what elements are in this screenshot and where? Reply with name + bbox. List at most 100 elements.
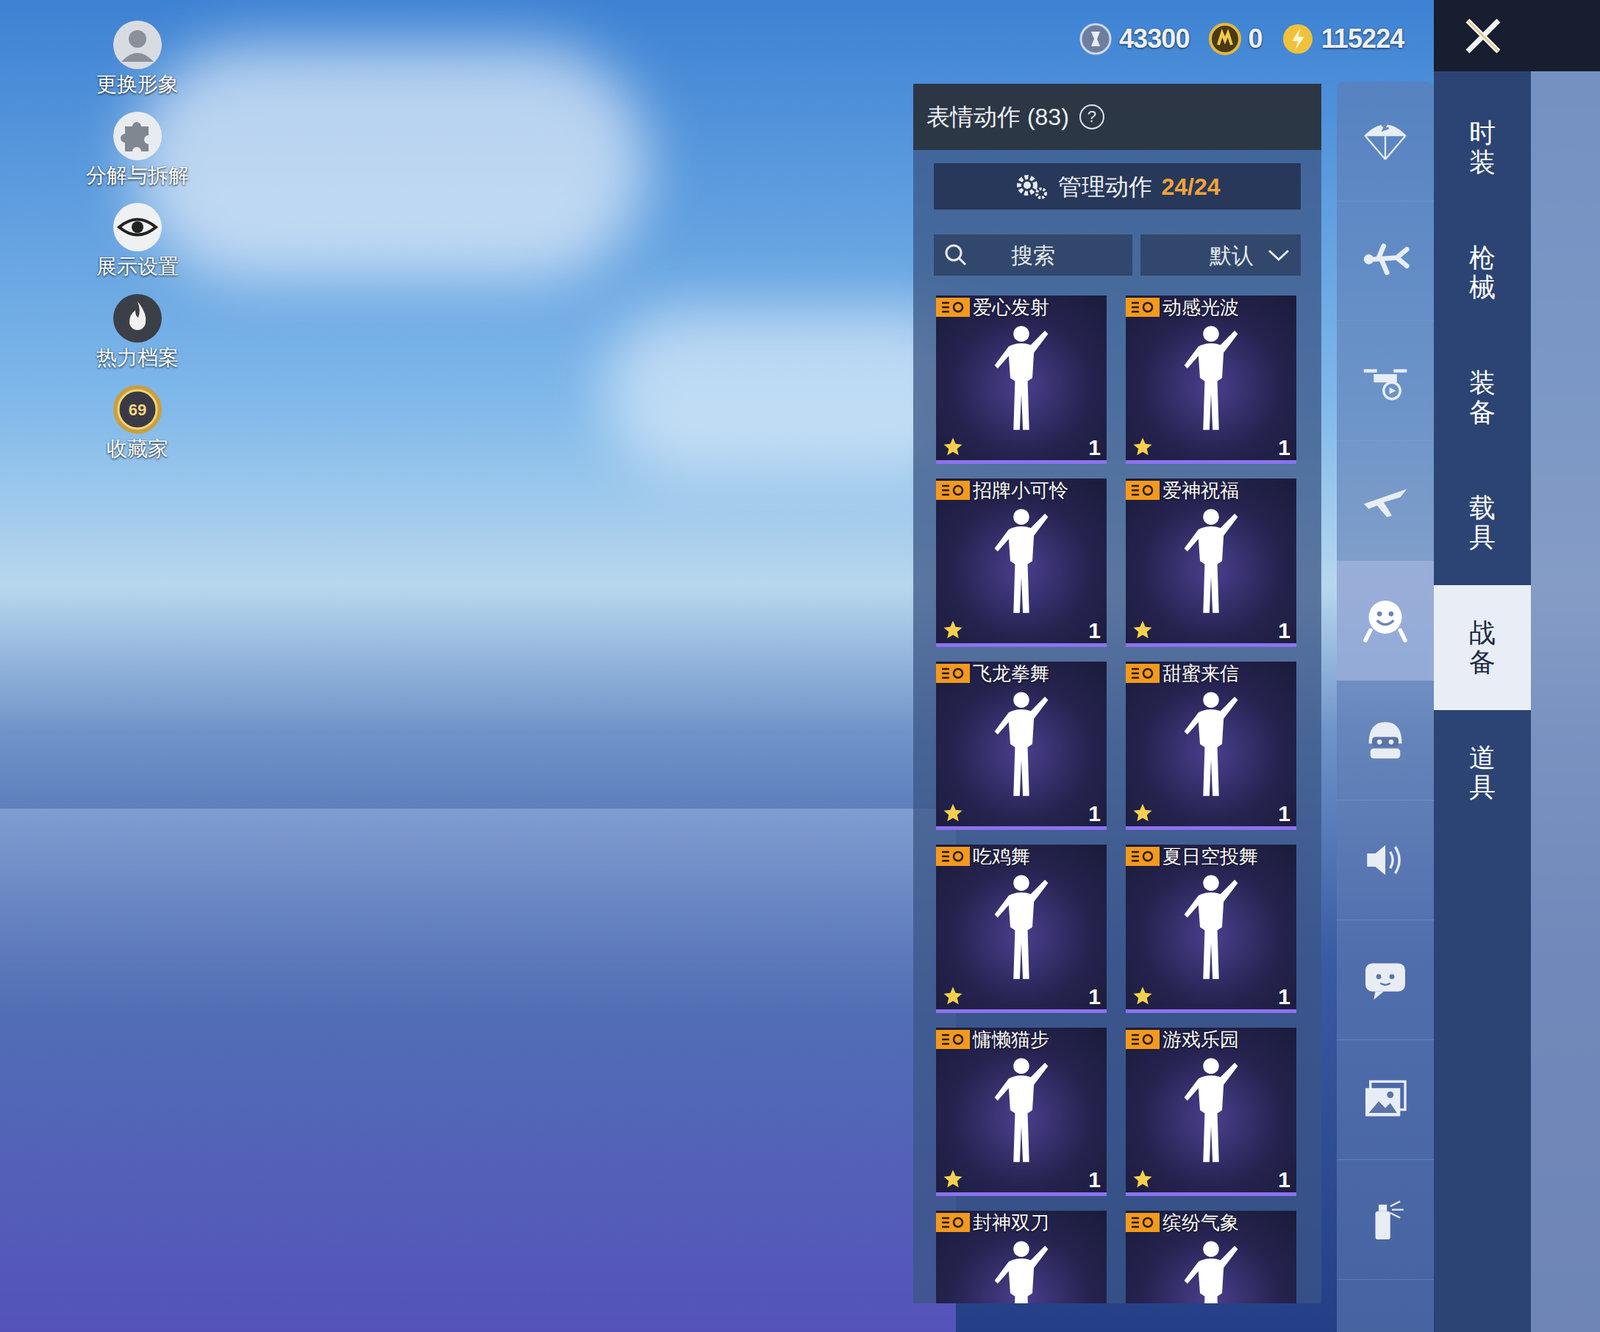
emote-footer: 1 xyxy=(936,800,1107,827)
star-icon xyxy=(1131,436,1154,459)
emote-figure xyxy=(1125,502,1297,617)
category-button[interactable] xyxy=(1336,1160,1434,1281)
sort-dropdown[interactable]: 默认 xyxy=(1140,234,1301,276)
emote-card[interactable]: 慵懒猫步 1 xyxy=(936,1027,1107,1197)
category-button[interactable] xyxy=(1336,561,1434,681)
emote-figure-icon xyxy=(980,870,1062,981)
emote-tag-icon xyxy=(936,1213,970,1233)
emote-count: 1 xyxy=(1277,430,1291,464)
profile-menu-item[interactable]: 更换形象 xyxy=(96,19,179,98)
emote-card[interactable]: 甜蜜来信1 xyxy=(1125,661,1297,831)
star-icon xyxy=(941,802,964,825)
tab-list: 时装枪械装备载具战备道具 xyxy=(1433,71,1531,1332)
emote-title-row: 游戏乐园 xyxy=(1125,1027,1297,1052)
skydive-icon xyxy=(1358,234,1412,288)
category-tab[interactable]: 载具 xyxy=(1433,460,1531,586)
emote-card[interactable]: 爱神祝福 1 xyxy=(1125,478,1297,648)
category-tab[interactable]: 战备 xyxy=(1433,585,1531,711)
profile-menu-label: 展示设置 xyxy=(96,254,179,280)
profile-menu-item[interactable]: 69收藏家 xyxy=(106,383,169,462)
close-button[interactable] xyxy=(1433,0,1600,72)
emote-card[interactable]: 夏日空投舞 1 xyxy=(1125,844,1297,1014)
emote-footer: 1 xyxy=(1125,983,1297,1010)
profile-menu-item[interactable]: 分解与拆解 xyxy=(86,110,189,189)
tab-side-strip xyxy=(1530,71,1600,1332)
profile-menu-item[interactable]: 热力档案 xyxy=(96,292,179,371)
category-button[interactable] xyxy=(1336,1040,1434,1161)
emote-title-row: 飞龙拳舞 xyxy=(936,661,1107,686)
category-icon-wrap xyxy=(1358,234,1412,288)
profile-menu-icon-wrap xyxy=(111,292,164,345)
category-icon-wrap xyxy=(1358,1073,1412,1127)
emote-title-row: 慵懒猫步 xyxy=(936,1027,1107,1052)
category-tab[interactable]: 道具 xyxy=(1433,710,1531,836)
tab-label: 枪械 xyxy=(1469,243,1496,302)
category-button[interactable] xyxy=(1336,81,1434,202)
emote-footer: 1 xyxy=(1125,616,1297,644)
category-button[interactable] xyxy=(1336,920,1434,1041)
category-tab[interactable]: 装备 xyxy=(1433,335,1531,461)
star-icon xyxy=(1131,802,1154,825)
emote-card[interactable]: 招牌小可怜 1 xyxy=(936,478,1107,648)
emote-name: 甜蜜来信 xyxy=(1162,662,1239,685)
tab-area: 时装枪械装备载具战备道具 xyxy=(1433,71,1600,1332)
emote-count: 1 xyxy=(1088,1163,1101,1197)
emote-card[interactable]: 游戏乐园 1 xyxy=(1125,1027,1297,1197)
tab-label: 道具 xyxy=(1469,743,1496,802)
category-button[interactable] xyxy=(1336,201,1434,322)
emote-count: 1 xyxy=(1277,1163,1291,1197)
category-icon-wrap xyxy=(1358,354,1412,408)
emote-footer: 1 xyxy=(1125,1166,1297,1193)
emote-tag-icon xyxy=(1125,847,1160,867)
emote-figure-icon xyxy=(980,504,1062,615)
category-button[interactable] xyxy=(1336,441,1434,562)
emote-tag-icon xyxy=(1125,480,1160,500)
emote-card[interactable]: 爱心发射1 xyxy=(936,295,1107,464)
emote-figure-icon xyxy=(1170,870,1252,981)
profile-menu-icon-wrap: 69 xyxy=(111,383,164,436)
panel-header: 表情动作 (83)? xyxy=(913,83,1322,150)
emote-figure xyxy=(936,502,1107,617)
emote-count: 1 xyxy=(1088,613,1101,648)
currency-value: 43300 xyxy=(1119,19,1190,59)
category-tab[interactable]: 枪械 xyxy=(1433,210,1531,336)
help-button[interactable]: ? xyxy=(1079,104,1105,130)
chevron-down-icon xyxy=(1266,247,1291,263)
category-button[interactable] xyxy=(1336,680,1434,801)
category-button[interactable] xyxy=(1336,321,1434,442)
emote-title-row: 招牌小可怜 xyxy=(936,478,1107,503)
emote-card[interactable]: 封神双刀 xyxy=(936,1211,1107,1304)
star-icon xyxy=(1131,619,1154,642)
profile-menu-label: 热力档案 xyxy=(96,345,179,371)
emote-title-row: 甜蜜来信 xyxy=(1125,661,1297,686)
emote-icon xyxy=(1358,594,1412,648)
emote-card[interactable]: 缤纷气象 xyxy=(1125,1211,1297,1304)
currency: 115224 xyxy=(1281,19,1405,59)
search-field[interactable]: 搜索 xyxy=(933,234,1133,276)
flame-icon xyxy=(111,292,164,345)
profile-menu-item[interactable]: 展示设置 xyxy=(96,201,179,280)
category-tab[interactable]: 时装 xyxy=(1433,85,1531,211)
star-icon xyxy=(941,985,964,1008)
emote-card[interactable]: 飞龙拳舞 1 xyxy=(936,661,1107,831)
emote-card[interactable]: 动感光波1 xyxy=(1125,295,1297,464)
emote-figure-icon xyxy=(1170,1236,1252,1304)
currency-value: 0 xyxy=(1248,19,1263,59)
tab-label: 时装 xyxy=(1469,118,1496,177)
profile-menu-icon-wrap xyxy=(111,19,164,71)
manage-button[interactable]: 管理动作24/24 xyxy=(933,163,1301,212)
emote-footer: 1 xyxy=(936,616,1107,644)
emote-card[interactable]: 吃鸡舞1 xyxy=(936,844,1107,1014)
emote-name: 游戏乐园 xyxy=(1162,1028,1239,1051)
emote-figure xyxy=(1125,1234,1297,1304)
emote-count: 1 xyxy=(1277,613,1291,648)
category-icon-wrap xyxy=(1358,594,1412,648)
emote-count: 1 xyxy=(1277,980,1291,1014)
drone-icon xyxy=(1358,354,1412,408)
emote-title-row: 夏日空投舞 xyxy=(1125,844,1297,869)
profile-menu: 更换形象分解与拆解展示设置热力档案69收藏家 xyxy=(93,19,182,462)
search-placeholder: 搜索 xyxy=(969,238,1124,273)
currency-bar: 43300 0 115224 xyxy=(1079,19,1404,59)
emote-name: 爱神祝福 xyxy=(1162,479,1239,502)
category-button[interactable] xyxy=(1336,800,1434,921)
